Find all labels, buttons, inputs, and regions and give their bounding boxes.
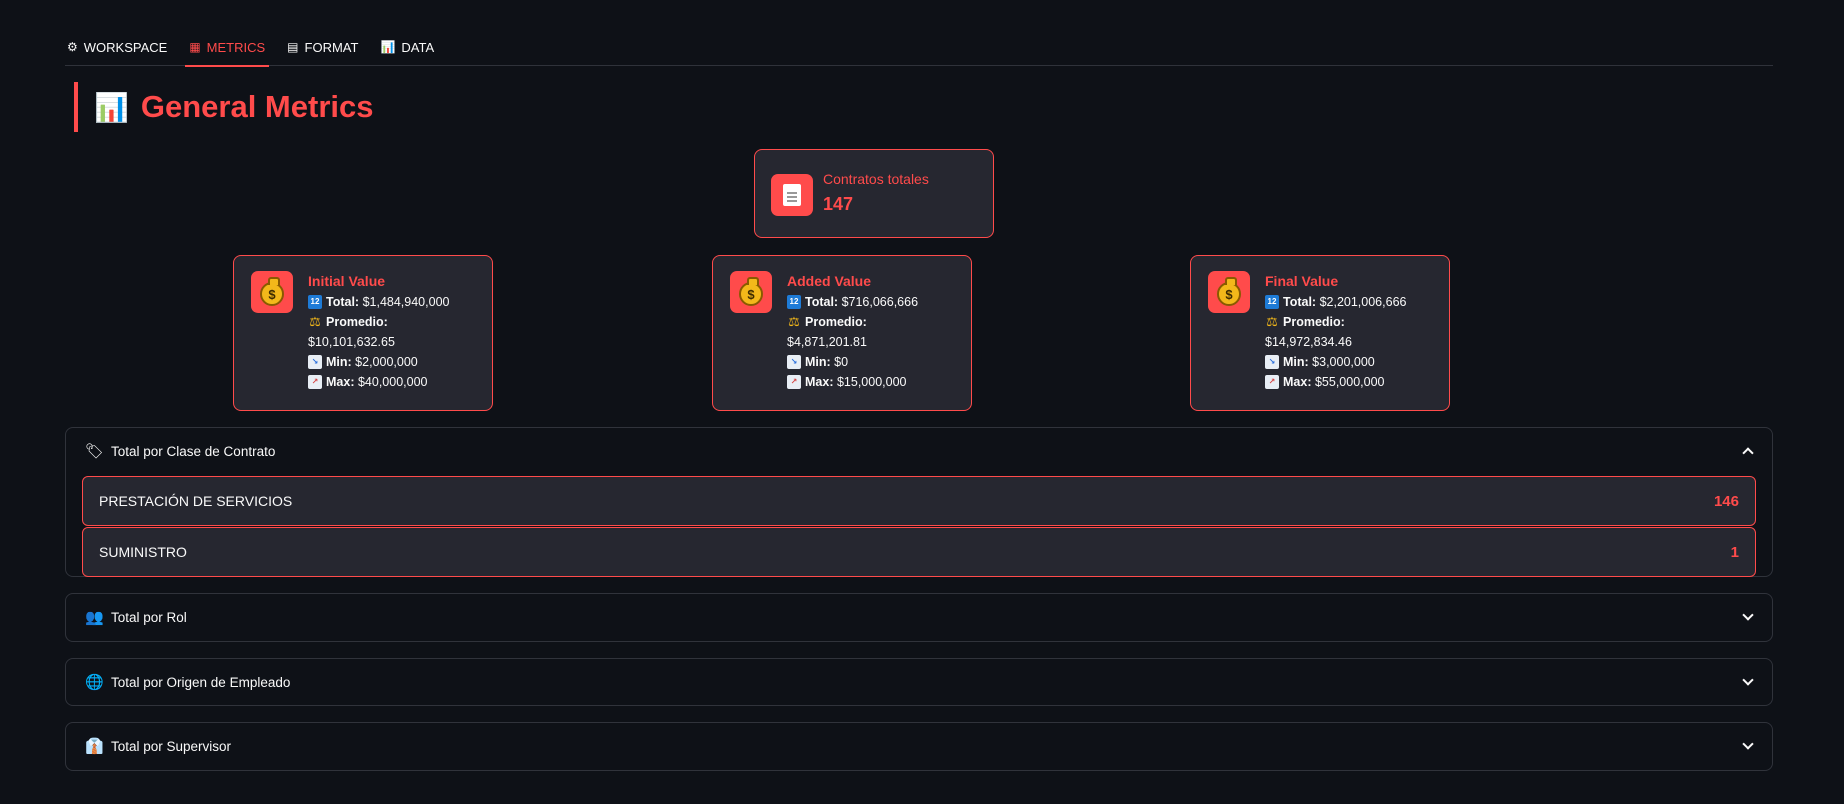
- class-name: PRESTACIÓN DE SERVICIOS: [99, 493, 293, 509]
- trend-up-icon: ↗: [1265, 375, 1279, 389]
- total-label: Total:: [326, 295, 360, 309]
- chevron-down-icon[interactable]: [1743, 741, 1753, 751]
- tab-label: METRICS: [206, 39, 266, 55]
- expander-header[interactable]: 🏷 Total por Clase de Contrato: [66, 428, 1772, 474]
- money-bag-icon: $: [730, 271, 772, 313]
- total-value: $2,201,006,666: [1319, 295, 1407, 309]
- numbers-icon: 12: [787, 295, 801, 309]
- expander-contract-class: 🏷 Total por Clase de Contrato PRESTACIÓN…: [65, 427, 1773, 577]
- money-bag-icon: $: [1208, 271, 1250, 313]
- trend-down-icon: ↘: [787, 355, 801, 369]
- min-value: $2,000,000: [355, 355, 418, 369]
- class-count: 1: [1730, 543, 1739, 561]
- chevron-up-icon[interactable]: [1743, 446, 1753, 456]
- expander-label: Total por Supervisor: [111, 738, 232, 754]
- average-label: Promedio:: [805, 315, 867, 329]
- total-value: $1,484,940,000: [362, 295, 450, 309]
- list-item: PRESTACIÓN DE SERVICIOS 146: [82, 476, 1756, 526]
- min-value: $3,000,000: [1312, 355, 1375, 369]
- expander-supervisor[interactable]: 👔 Total por Supervisor: [65, 722, 1773, 771]
- numbers-icon: 12: [308, 295, 322, 309]
- min-label: Min:: [326, 355, 352, 369]
- total-value: $716,066,666: [841, 295, 919, 309]
- numbers-icon: 12: [1265, 295, 1279, 309]
- necktie-icon: 👔: [85, 738, 104, 755]
- trend-down-icon: ↘: [308, 355, 322, 369]
- trend-up-icon: ↗: [787, 375, 801, 389]
- total-contracts-card: Contratos totales 147: [754, 149, 994, 238]
- tab-label: DATA: [401, 39, 435, 55]
- max-label: Max:: [326, 375, 355, 389]
- list-item: SUMINISTRO 1: [82, 527, 1756, 577]
- people-icon: 👥: [85, 609, 104, 626]
- expander-role[interactable]: 👥 Total por Rol: [65, 593, 1773, 642]
- page-title: General Metrics: [140, 89, 374, 124]
- max-value: $40,000,000: [357, 375, 428, 389]
- document-icon: ▤: [287, 40, 299, 54]
- trend-up-icon: ↗: [308, 375, 322, 389]
- max-label: Max:: [1283, 375, 1312, 389]
- balance-scale-icon: ⚖: [1266, 314, 1278, 329]
- average-value: $10,101,632.65: [308, 335, 395, 349]
- chevron-down-icon[interactable]: [1743, 677, 1753, 687]
- expander-header[interactable]: 🌐 Total por Origen de Empleado: [66, 659, 1772, 705]
- tab-workspace[interactable]: ⚙ WORKSPACE: [65, 28, 169, 66]
- final-value-card: $ Final Value 12 Total: $2,201,006,666 ⚖ P…: [1190, 255, 1450, 411]
- tab-label: FORMAT: [304, 39, 359, 55]
- max-value: $15,000,000: [836, 375, 907, 389]
- balance-scale-icon: ⚖: [788, 314, 800, 329]
- initial-value-card: $ Initial Value 12 Total: $1,484,940,000 …: [233, 255, 493, 411]
- expander-employee-origin[interactable]: 🌐 Total por Origen de Empleado: [65, 658, 1773, 706]
- average-label: Promedio:: [1283, 315, 1345, 329]
- card-title: Final Value: [1265, 273, 1339, 289]
- class-name: SUMINISTRO: [99, 544, 187, 560]
- tab-format[interactable]: ▤ FORMAT: [285, 28, 360, 66]
- tag-icon: 🏷: [85, 443, 105, 460]
- table-icon: ▦: [189, 40, 201, 54]
- average-value: $4,871,201.81: [787, 335, 867, 349]
- min-label: Min:: [805, 355, 831, 369]
- tab-bar: ⚙ WORKSPACE ▦ METRICS ▤ FORMAT 📊 DATA: [65, 28, 1773, 67]
- expander-header[interactable]: 👔 Total por Supervisor: [66, 723, 1772, 769]
- min-label: Min:: [1283, 355, 1309, 369]
- card-title: Initial Value: [308, 273, 386, 289]
- average-value: $14,972,834.46: [1265, 335, 1352, 349]
- max-value: $55,000,000: [1314, 375, 1385, 389]
- tab-metrics[interactable]: ▦ METRICS: [185, 28, 270, 67]
- total-label: Total:: [805, 295, 839, 309]
- tab-label: WORKSPACE: [83, 39, 168, 55]
- money-bag-icon: $: [251, 271, 293, 313]
- average-label: Promedio:: [326, 315, 388, 329]
- total-label: Total:: [1283, 295, 1317, 309]
- bar-chart-icon: 📊: [380, 40, 396, 54]
- globe-icon: 🌐: [85, 674, 104, 691]
- expander-label: Total por Origen de Empleado: [111, 674, 291, 690]
- balance-scale-icon: ⚖: [309, 314, 321, 329]
- class-count: 146: [1713, 492, 1739, 510]
- bar-chart-icon: 📊: [94, 91, 129, 123]
- gear-icon: ⚙: [67, 40, 78, 54]
- added-value-card: $ Added Value 12 Total: $716,066,666 ⚖ Pro…: [712, 255, 972, 411]
- total-contracts-label: Contratos totales: [823, 171, 929, 187]
- expander-label: Total por Clase de Contrato: [111, 443, 276, 459]
- expander-label: Total por Rol: [111, 609, 187, 625]
- page-header: 📊 General Metrics: [74, 82, 373, 132]
- tab-data[interactable]: 📊 DATA: [378, 28, 436, 66]
- chevron-down-icon[interactable]: [1743, 612, 1753, 622]
- expander-header[interactable]: 👥 Total por Rol: [66, 594, 1772, 640]
- total-contracts-value: 147: [823, 194, 854, 214]
- min-value: $0: [834, 355, 849, 369]
- max-label: Max:: [805, 375, 834, 389]
- document-icon: [771, 174, 813, 216]
- card-title: Added Value: [787, 273, 872, 289]
- trend-down-icon: ↘: [1265, 355, 1279, 369]
